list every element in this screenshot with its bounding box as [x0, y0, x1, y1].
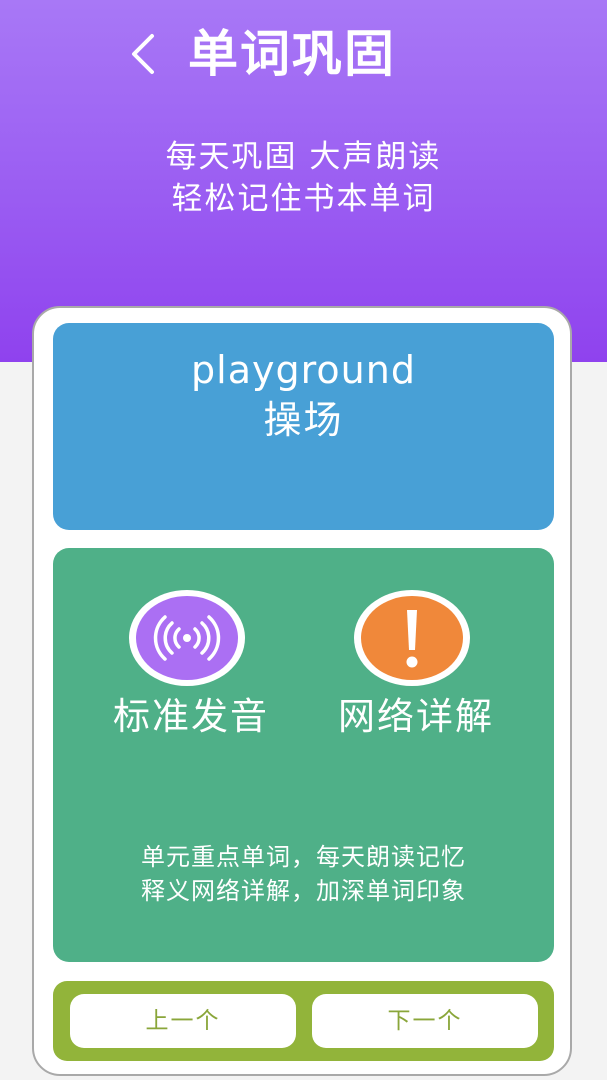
next-button[interactable]: 下一个: [312, 994, 538, 1048]
word-panel: playground 操场: [53, 323, 554, 530]
details-label: 网络详解: [338, 695, 494, 738]
sound-wave-icon: [153, 615, 221, 661]
word-review-screen: 单词巩固 每天巩固 大声朗读 轻松记住书本单词 playground 操场 标准…: [0, 0, 607, 1080]
page-title: 单词巩固: [188, 25, 396, 83]
slogan-line-1: 每天巩固 大声朗读: [165, 139, 442, 175]
word-english: playground: [191, 348, 416, 392]
details-icon-circle: [354, 590, 470, 686]
details-button[interactable]: 网络详解: [316, 590, 516, 750]
pronounce-button[interactable]: 标准发音: [91, 590, 291, 750]
pronounce-icon-circle: [129, 590, 245, 686]
details-icon-bg: [361, 596, 463, 680]
word-chinese: 操场: [263, 398, 344, 442]
action-panel: 标准发音 网络详解 单元重点单词，每天朗读记忆 释义网络详解，加深单词印象: [53, 548, 554, 962]
description-line-2: 释义网络详解，加深单词印象: [141, 877, 466, 905]
pronounce-icon-bg: [136, 596, 238, 680]
description-line-1: 单元重点单词，每天朗读记忆: [141, 843, 466, 871]
navigation-bar: 上一个 下一个: [53, 981, 554, 1061]
previous-button[interactable]: 上一个: [70, 994, 296, 1048]
slogan-line-2: 轻松记住书本单词: [171, 181, 436, 217]
pronounce-label: 标准发音: [113, 695, 269, 738]
exclamation-icon: [406, 610, 418, 668]
chevron-left-icon[interactable]: [122, 30, 166, 78]
